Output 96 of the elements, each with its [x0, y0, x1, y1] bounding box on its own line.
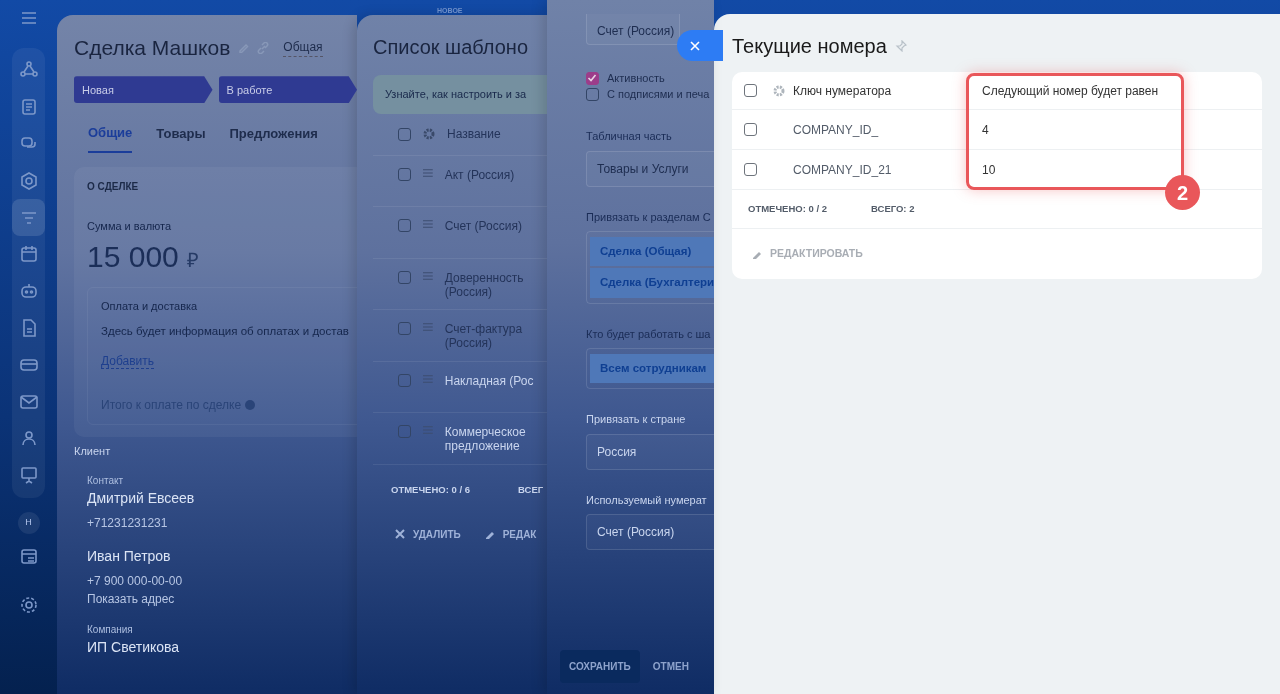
- avatar[interactable]: Н: [17, 511, 40, 534]
- delete-button[interactable]: УДАЛИТЬ: [395, 526, 461, 542]
- contact-name: Дмитрий Евсеев: [87, 489, 195, 509]
- column-header: Название: [447, 126, 501, 143]
- field-label: Контакт: [87, 474, 123, 489]
- mail-icon[interactable]: [19, 392, 38, 411]
- pencil-icon: [752, 249, 762, 259]
- checkbox-label: Активность: [607, 70, 665, 86]
- section-label: Клиент: [74, 443, 111, 459]
- field-label: Сумма и валюта: [87, 218, 173, 234]
- amount: 15 000: [87, 239, 179, 276]
- cross-icon[interactable]: [395, 529, 405, 540]
- table-cell-text: COMPANY_ID_21: [793, 161, 893, 179]
- contact-name: Иван Петров: [87, 547, 171, 567]
- deal-title: Сделка Машков: [74, 35, 231, 61]
- select-field[interactable]: Товары и Услуги: [586, 150, 714, 187]
- template-name[interactable]: Счет-фактура (Россия): [444, 322, 547, 351]
- table-cell-text: 4: [981, 121, 990, 139]
- calendar-icon[interactable]: [19, 245, 38, 264]
- menu-icon[interactable]: [20, 12, 37, 24]
- drag-handle-icon[interactable]: [423, 167, 433, 178]
- template-name[interactable]: Накладная (Рос: [444, 373, 547, 388]
- checkbox[interactable]: [744, 163, 757, 176]
- checkbox[interactable]: [398, 425, 411, 438]
- drag-handle-icon[interactable]: [423, 425, 433, 435]
- section-title: О СДЕЛКЕ: [87, 179, 140, 194]
- tag-chip[interactable]: Всем сотрудникам: [590, 354, 714, 384]
- total-count: ВСЕГО: 2: [871, 201, 915, 216]
- field-label: Используемый нумерат: [586, 492, 707, 508]
- drag-handle-icon[interactable]: [423, 322, 433, 332]
- template-name[interactable]: Доверенность (Россия): [444, 270, 547, 300]
- template-name[interactable]: Коммерческое предложение: [444, 425, 547, 454]
- checkbox[interactable]: [398, 270, 411, 284]
- nodes-icon[interactable]: [19, 61, 38, 80]
- checkbox[interactable]: [398, 127, 411, 141]
- robot-icon[interactable]: [19, 282, 38, 301]
- checkbox[interactable]: [398, 219, 411, 232]
- checkbox[interactable]: [398, 322, 411, 335]
- checkbox[interactable]: [744, 123, 757, 136]
- calendar-list-icon[interactable]: [19, 546, 38, 565]
- selected-count: ОТМЕЧЕНО: 0 / 2: [748, 201, 827, 216]
- tab[interactable]: Предложения: [229, 123, 318, 153]
- contact-name: ИП Светикова: [87, 638, 180, 658]
- hint-banner: Узнайте, как настроить и за: [373, 75, 547, 114]
- field-label: Привязать к разделам С: [586, 209, 711, 225]
- document-icon[interactable]: [19, 98, 38, 117]
- save-button[interactable]: СОХРАНИТЬ: [560, 650, 640, 684]
- checkbox[interactable]: [586, 87, 599, 101]
- link-icon[interactable]: [257, 41, 270, 54]
- pin-icon[interactable]: [894, 40, 907, 52]
- close-button[interactable]: [677, 30, 723, 61]
- category-dropdown[interactable]: Общая: [283, 38, 323, 58]
- panel-title: Список шаблоно: [373, 35, 529, 59]
- block-title: Оплата и доставка: [101, 299, 199, 315]
- checkbox[interactable]: [586, 71, 599, 85]
- checkbox[interactable]: [744, 84, 757, 97]
- currency: ₽: [186, 248, 199, 274]
- select-field[interactable]: Россия: [586, 433, 714, 470]
- stage-step[interactable]: Новая: [74, 76, 213, 104]
- tag-chip[interactable]: Сделка (Общая): [590, 237, 714, 267]
- hexagon-icon[interactable]: [19, 171, 38, 190]
- total-count: ВСЕГ: [518, 482, 544, 497]
- tab[interactable]: Общие: [88, 123, 133, 153]
- step-badge: 2: [1165, 175, 1200, 210]
- select-field[interactable]: Счет (Россия): [586, 14, 680, 45]
- drag-handle-icon[interactable]: [423, 270, 433, 281]
- phone-number: +71231231231: [87, 515, 168, 533]
- pencil-icon[interactable]: [484, 529, 495, 540]
- checkbox-label: С подписями и печа: [607, 86, 710, 102]
- field-label: Компания: [87, 623, 133, 638]
- column-header: Следующий номер будет равен: [981, 82, 1160, 100]
- template-name[interactable]: Акт (Россия): [444, 167, 547, 182]
- edit-button[interactable]: РЕДАК: [484, 526, 537, 542]
- panel-title: Текущие номера: [732, 34, 887, 58]
- drag-handle-icon[interactable]: [423, 219, 433, 229]
- drag-handle-icon[interactable]: [423, 373, 433, 384]
- edit-button[interactable]: РЕДАКТИРОВАТЬ: [752, 246, 863, 262]
- select-field[interactable]: Счет (Россия): [586, 514, 714, 551]
- stage-step[interactable]: В работе: [218, 76, 357, 104]
- field-label: Табличная часть: [586, 129, 672, 144]
- phone-number: +7 900 000-00-00: [87, 573, 183, 591]
- selected-count: ОТМЕЧЕНО: 0 / 6: [391, 482, 470, 497]
- presentation-icon[interactable]: [19, 466, 38, 485]
- tag-chip[interactable]: Сделка (Бухгалтери: [590, 268, 714, 298]
- field-label: Привязать к стране: [586, 412, 686, 428]
- close-icon: [690, 40, 700, 51]
- table-cell-text: COMPANY_ID_: [793, 121, 880, 139]
- template-name[interactable]: Счет (Россия): [444, 219, 547, 234]
- address-link[interactable]: Показать адрес: [87, 590, 175, 609]
- cancel-button[interactable]: ОТМЕН: [643, 650, 698, 684]
- checkbox[interactable]: [398, 167, 411, 181]
- table-cell-text: 10: [981, 161, 997, 179]
- tab[interactable]: Товары: [156, 123, 206, 153]
- column-header: Ключ нумератора: [793, 82, 893, 100]
- info-text: Здесь будет информация об оплатах и достав: [101, 323, 350, 339]
- checkbox[interactable]: [398, 373, 411, 387]
